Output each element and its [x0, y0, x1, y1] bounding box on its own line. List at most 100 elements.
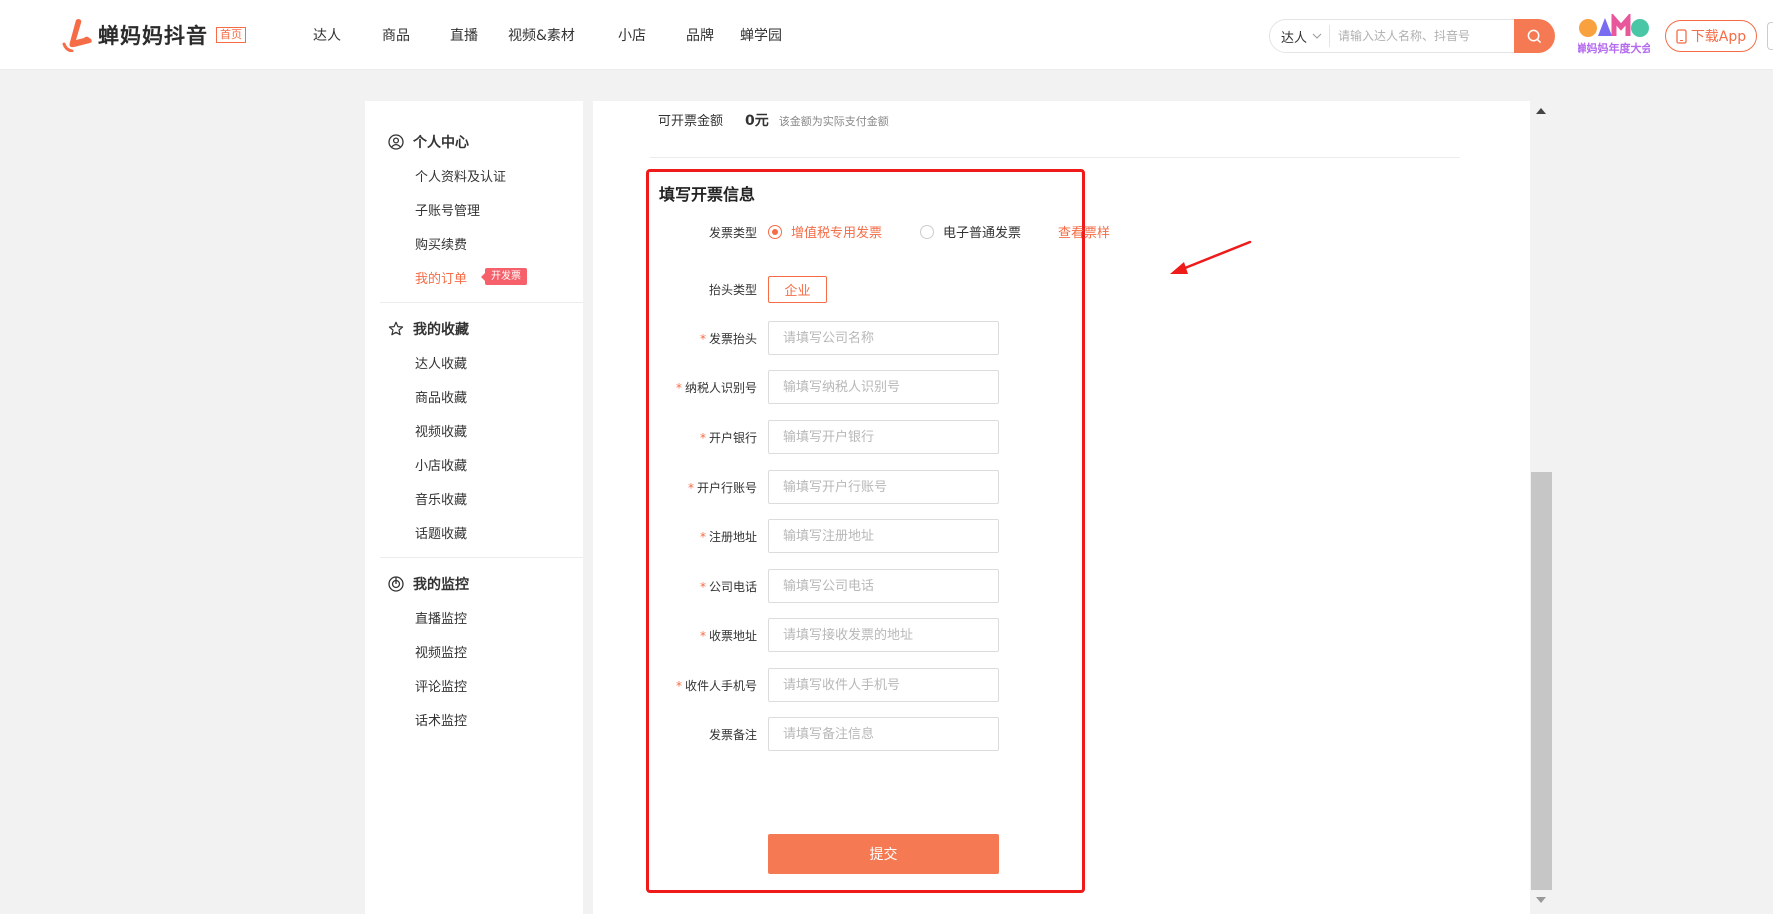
nav-item-talent[interactable]: 达人 — [313, 25, 382, 45]
invoice-remark-input[interactable] — [768, 717, 999, 751]
nav-item-academy[interactable]: 蝉学园 — [740, 25, 800, 45]
cicada-logo-icon — [62, 18, 94, 53]
submit-button[interactable]: 提交 — [768, 834, 999, 874]
bank-account-input[interactable] — [768, 470, 999, 504]
sidebar-item-shop-favorites[interactable]: 小店收藏 — [415, 455, 467, 474]
search-button[interactable] — [1514, 19, 1555, 53]
field-label: * 开户银行 — [700, 429, 757, 446]
scrollbar-thumb[interactable] — [1531, 472, 1552, 890]
radio-electronic-invoice[interactable]: 电子普通发票 — [920, 222, 1021, 241]
view-sample-link[interactable]: 查看票样 — [1058, 222, 1110, 241]
radio-vat-special-invoice[interactable]: 增值税专用发票 — [768, 222, 882, 241]
field-label-text: 注册地址 — [708, 530, 757, 544]
sidebar-item-live-monitoring[interactable]: 直播监控 — [415, 608, 467, 627]
sidebar-section-favorites: 我的收藏 — [388, 319, 469, 339]
sidebar: 个人中心 个人资料及认证 子账号管理 购买续费 我的订单 开发票 我的收藏 达人… — [365, 101, 583, 914]
field-label-text: 发票备注 — [708, 728, 757, 742]
required-mark: * — [699, 629, 706, 643]
nav-item-shop[interactable]: 小店 — [618, 25, 686, 45]
site-logo[interactable]: 蝉妈妈抖音 首页 — [62, 18, 246, 53]
star-icon — [388, 321, 404, 337]
search-bar: 达人 — [1269, 19, 1521, 53]
company-phone-input[interactable] — [768, 569, 999, 603]
sidebar-item-music-favorites[interactable]: 音乐收藏 — [415, 489, 467, 508]
sidebar-item-video-monitoring[interactable]: 视频监控 — [415, 642, 467, 661]
download-app-button[interactable]: 下载App — [1665, 20, 1757, 52]
field-label: * 公司电话 — [700, 578, 757, 595]
logo-text: 蝉妈妈抖音 — [98, 24, 208, 48]
required-mark: * — [675, 381, 682, 395]
title-type-enterprise-button[interactable]: 企业 — [768, 276, 827, 303]
title-type-label-text: 抬头类型 — [708, 283, 757, 297]
user-circle-icon — [388, 134, 404, 150]
required-mark: * — [675, 679, 682, 693]
invoice-badge[interactable]: 开发票 — [481, 268, 527, 285]
top-header: 蝉妈妈抖音 首页 达人 商品 直播 视频&素材 小店 品牌 蝉学园 达人 蝉妈妈… — [0, 0, 1773, 70]
sidebar-item-product-favorites[interactable]: 商品收藏 — [415, 387, 467, 406]
nav-item-video[interactable]: 视频&素材 — [508, 25, 618, 45]
sidebar-section-title: 我的收藏 — [413, 322, 469, 338]
sidebar-item-renewal[interactable]: 购买续费 — [415, 234, 467, 253]
invoice-title-input[interactable] — [768, 321, 999, 355]
invoice-type-label: 发票类型 — [709, 224, 757, 241]
sidebar-section-personal: 个人中心 — [388, 132, 469, 152]
sidebar-item-comment-monitoring[interactable]: 评论监控 — [415, 676, 467, 695]
field-label-text: 收件人手机号 — [684, 679, 757, 693]
phone-icon — [1676, 28, 1687, 44]
download-app-label: 下载App — [1690, 29, 1747, 45]
field-label-text: 收票地址 — [708, 629, 757, 643]
form-title: 填写开票信息 — [659, 185, 756, 204]
amount-note: 该金额为实际支付金额 — [778, 115, 889, 128]
chevron-down-icon — [1312, 33, 1322, 39]
search-type-select[interactable]: 达人 — [1270, 25, 1330, 47]
field-label-text: 纳税人识别号 — [684, 381, 757, 395]
sidebar-section-title: 我的监控 — [413, 577, 469, 593]
required-mark: * — [699, 530, 706, 544]
side-widget-edge[interactable] — [1767, 22, 1773, 50]
invoice-amount-row: 可开票金额 0元 该金额为实际支付金额 — [658, 110, 889, 130]
registered-address-input[interactable] — [768, 519, 999, 553]
nav-item-live[interactable]: 直播 — [450, 25, 508, 45]
amount-label: 可开票金额 — [658, 114, 724, 129]
radio-label: 电子普通发票 — [943, 226, 1022, 241]
required-mark: * — [699, 332, 706, 346]
scroll-up-arrow-icon[interactable] — [1536, 108, 1546, 114]
field-label-text: 开户行账号 — [696, 481, 757, 495]
annual-conference-banner[interactable]: 蝉妈妈年度大会 — [1576, 12, 1653, 58]
sidebar-section-monitoring: 我的监控 — [388, 574, 469, 594]
amount-value: 0元 — [745, 113, 769, 129]
scroll-down-arrow-icon[interactable] — [1536, 897, 1546, 903]
radio-label: 增值税专用发票 — [791, 226, 883, 241]
radio-dot-icon — [920, 224, 934, 239]
sidebar-section-title: 个人中心 — [413, 135, 469, 151]
sidebar-item-subaccounts[interactable]: 子账号管理 — [415, 200, 480, 219]
nav-item-brand[interactable]: 品牌 — [686, 25, 740, 45]
sidebar-item-video-favorites[interactable]: 视频收藏 — [415, 421, 467, 440]
field-label: * 收件人手机号 — [676, 677, 757, 694]
sidebar-item-my-orders[interactable]: 我的订单 — [415, 268, 467, 287]
invoice-panel: 可开票金额 0元 该金额为实际支付金额 填写开票信息 发票类型 增值税专用发票 … — [593, 101, 1530, 914]
required-mark: * — [699, 431, 706, 445]
sidebar-divider — [380, 302, 583, 303]
sidebar-divider — [380, 557, 583, 558]
search-input[interactable] — [1330, 29, 1510, 43]
home-tag[interactable]: 首页 — [216, 27, 246, 43]
field-label: * 收票地址 — [700, 627, 757, 644]
main-nav: 达人 商品 直播 视频&素材 小店 品牌 蝉学园 — [313, 25, 800, 45]
taxpayer-id-input[interactable] — [768, 370, 999, 404]
monitor-icon — [388, 576, 404, 592]
sidebar-item-talent-favorites[interactable]: 达人收藏 — [415, 353, 467, 372]
field-label: * 纳税人识别号 — [676, 379, 757, 396]
sidebar-item-profile[interactable]: 个人资料及认证 — [415, 166, 506, 185]
mailing-address-input[interactable] — [768, 618, 999, 652]
nav-item-products[interactable]: 商品 — [382, 25, 450, 45]
recipient-phone-input[interactable] — [768, 668, 999, 702]
sidebar-item-topic-favorites[interactable]: 话题收藏 — [415, 523, 467, 542]
bank-name-input[interactable] — [768, 420, 999, 454]
section-divider — [650, 157, 1460, 158]
red-arrow-annotation — [1170, 240, 1252, 274]
sidebar-item-script-monitoring[interactable]: 话术监控 — [415, 710, 467, 729]
field-label: * 注册地址 — [700, 528, 757, 545]
field-label-text: 公司电话 — [708, 580, 757, 594]
field-label: 发票备注 — [706, 726, 757, 743]
